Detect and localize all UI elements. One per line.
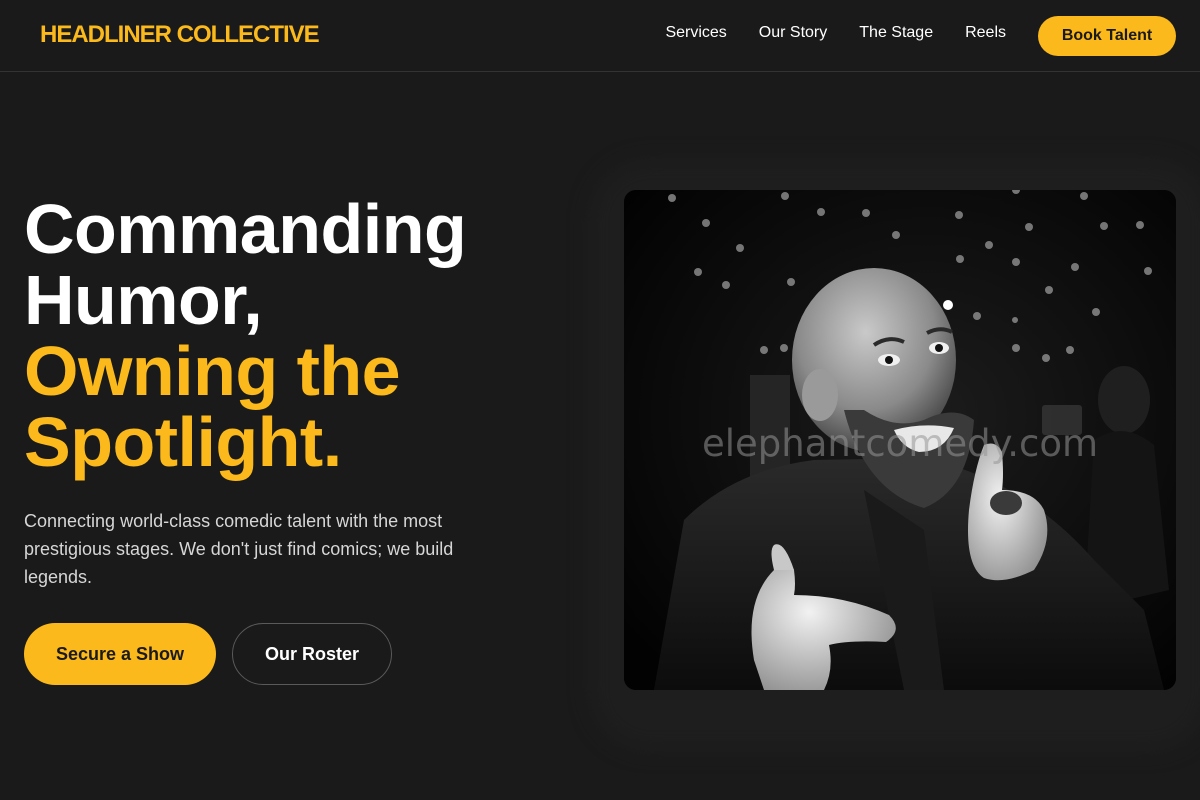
hero-title-line-4: Spotlight. [24,403,342,481]
photo-watermark: elephantcomedy.com [701,422,1099,465]
main-nav: Services Our Story The Stage Reels [665,24,1006,42]
nav-link-our-story[interactable]: Our Story [759,24,827,42]
hero-title: Commanding Humor, Owning the Spotlight. [24,194,564,478]
comedian-photo: elephantcomedy.com [624,190,1176,690]
nav-link-the-stage[interactable]: The Stage [859,24,933,42]
secure-a-show-button[interactable]: Secure a Show [24,623,216,685]
our-roster-button[interactable]: Our Roster [232,623,392,685]
hero-description: Connecting world-class comedic talent wi… [24,511,454,587]
hero-title-line-3: Owning the [24,332,401,410]
nav-link-reels[interactable]: Reels [965,24,1006,42]
top-navbar: HEADLINER COLLECTIVE Services Our Story … [0,0,1200,72]
nav-link-services[interactable]: Services [665,24,726,42]
hero-title-line-1: Commanding [24,190,467,268]
brand-logo[interactable]: HEADLINER COLLECTIVE [40,21,320,49]
book-talent-button[interactable]: Book Talent [1038,16,1176,56]
hero-title-line-2: Humor, [24,261,263,339]
